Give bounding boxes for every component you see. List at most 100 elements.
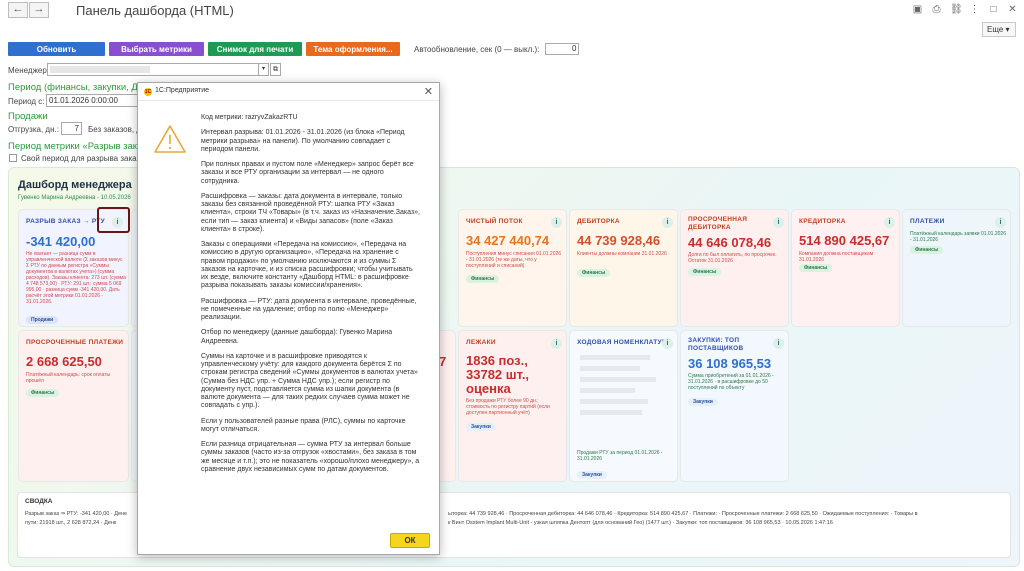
dialog-paragraph: Расшифровка — заказы: дата документа в и… bbox=[201, 192, 420, 233]
own-period-checkbox[interactable] bbox=[9, 154, 17, 162]
card-tag[interactable]: Финансы bbox=[466, 275, 500, 283]
card-value: 44 646 078,46 bbox=[688, 235, 772, 250]
card-tag[interactable]: Продажи bbox=[26, 316, 59, 324]
dialog-paragraph: Суммы на карточке и в расшифровке привод… bbox=[201, 352, 418, 410]
dashboard-title: Дашборд менеджера bbox=[18, 179, 132, 191]
card-description: Продажи РТУ за период 01.01.2026 - 31.01… bbox=[577, 450, 663, 462]
no-orders-label: Без заказов, д bbox=[88, 125, 141, 134]
card-description: Сумма приобретений за 01.01.2026 - 31.01… bbox=[688, 373, 774, 391]
info-icon[interactable]: i bbox=[773, 338, 784, 349]
own-period-label: Свой период для разрыва заказ bbox=[21, 154, 141, 163]
maximize-icon[interactable]: □ bbox=[988, 4, 999, 15]
card-overdue-receivables[interactable]: ПРОСРОЧЕННАЯ ДЕБИТОРКА i 44 646 078,46 Д… bbox=[680, 209, 789, 327]
card-value: -341 420,00 bbox=[26, 234, 96, 249]
card-tag[interactable]: Финансы bbox=[799, 264, 833, 272]
refresh-button[interactable]: Обновить bbox=[8, 42, 105, 56]
period-from-label: Период с: bbox=[8, 97, 45, 106]
card-value: 44 739 928,46 bbox=[577, 233, 661, 248]
card-payables[interactable]: КРЕДИТОРКА i 514 890 425,67 Компания дол… bbox=[791, 209, 900, 327]
card-tag[interactable]: Закупки bbox=[466, 423, 496, 431]
card-header: ПЛАТЕЖИ bbox=[910, 218, 945, 225]
card-description: Платёжный календарь заявки 01.01.2026 - … bbox=[910, 231, 1006, 243]
autoupdate-label: Автообновление, сек (0 — выкл.): bbox=[414, 44, 540, 54]
info-icon[interactable]: i bbox=[773, 217, 784, 228]
card-header: КРЕДИТОРКА bbox=[799, 218, 846, 225]
card-tag[interactable]: Финансы bbox=[26, 389, 60, 397]
info-icon-highlight bbox=[97, 207, 130, 233]
close-icon[interactable]: ✕ bbox=[1007, 4, 1018, 15]
card-tag[interactable]: Закупки bbox=[577, 471, 607, 479]
blurred-list bbox=[580, 355, 660, 425]
window-title: Панель дашборда (HTML) bbox=[76, 3, 234, 18]
period-section-title: Период (финансы, закупки, ДС bbox=[8, 82, 145, 93]
dialog-paragraph: Если у пользователей разные права (РЛС),… bbox=[201, 417, 406, 433]
dialog-titlebar: 1С 1С:Предприятие ✕ bbox=[138, 83, 439, 101]
sales-section-title: Продажи bbox=[8, 111, 48, 122]
dialog-paragraph: Расшифровка — РТУ: дата документа в инте… bbox=[201, 297, 417, 321]
manager-input[interactable] bbox=[47, 63, 269, 76]
manager-value-blurred bbox=[50, 66, 150, 74]
card-value: 1836 поз., 33782 шт., оценка bbox=[466, 353, 530, 396]
menu-icon[interactable]: ⋮ bbox=[969, 4, 980, 15]
print-snapshot-button[interactable]: Снимок для печати bbox=[208, 42, 302, 56]
back-arrow-icon[interactable]: ← bbox=[8, 2, 28, 18]
card-description: Не хватает — разница сумм в управленческ… bbox=[26, 251, 126, 305]
card-tag[interactable]: Финансы bbox=[910, 246, 944, 254]
more-button[interactable]: Еще ▾ bbox=[982, 22, 1016, 37]
info-dialog: 1С 1С:Предприятие ✕ Код метрики: razryvZ… bbox=[137, 82, 440, 555]
theme-button[interactable]: Тема оформления... bbox=[306, 42, 400, 56]
card-description: Компания должна поставщикам 31.01.2026 bbox=[799, 251, 874, 263]
select-metrics-button[interactable]: Выбрать метрики bbox=[109, 42, 204, 56]
card-header: ЛЕЖАКИ bbox=[466, 339, 496, 346]
toolbar: Обновить Выбрать метрики Снимок для печа… bbox=[8, 42, 580, 56]
link-icon[interactable]: ⛓ bbox=[950, 4, 963, 15]
summary-line-2-right: к Винт Osstem Implant Multi-Unit - узкая… bbox=[448, 520, 833, 526]
card-overdue-payments[interactable]: ПРОСРОЧЕННЫЕ ПЛАТЕЖИ 2 668 625,50 Платёж… bbox=[18, 330, 129, 482]
card-receivables[interactable]: ДЕБИТОРКА i 44 739 928,46 Клиенты должны… bbox=[569, 209, 678, 327]
info-icon[interactable]: i bbox=[662, 338, 673, 349]
card-tag[interactable]: Финансы bbox=[577, 269, 611, 277]
forward-arrow-icon[interactable]: → bbox=[29, 2, 49, 18]
card-header: ЧИСТЫЙ ПОТОК bbox=[466, 218, 523, 225]
autoupdate-input[interactable]: 0 bbox=[545, 43, 580, 55]
warning-icon bbox=[154, 125, 186, 153]
save-icon[interactable]: ▣ bbox=[912, 4, 923, 15]
ok-button[interactable]: ОК bbox=[390, 533, 430, 548]
card-fast-moving[interactable]: ХОДОВАЯ НОМЕНКЛАТУРА i Продажи РТУ за пе… bbox=[569, 330, 678, 482]
card-tag[interactable]: Финансы bbox=[688, 268, 722, 276]
card-tag[interactable]: Закупки bbox=[688, 398, 718, 406]
card-value: 2 668 625,50 bbox=[26, 354, 102, 369]
metric-period-section-title: Период метрики «Разрыв заказ bbox=[8, 141, 147, 152]
info-icon[interactable]: i bbox=[884, 217, 895, 228]
info-icon[interactable]: i bbox=[551, 338, 562, 349]
dialog-paragraph: Заказы с операциями «Передача на комисси… bbox=[201, 241, 413, 290]
summary-title: СВОДКА bbox=[25, 498, 53, 505]
card-net-flow[interactable]: ЧИСТЫЙ ПОТОК i 34 427 440,74 Поступления… bbox=[458, 209, 567, 327]
card-description: Без продажи РТУ более 90 дн.; стоимость … bbox=[466, 398, 550, 416]
print-icon[interactable]: ⎙ bbox=[931, 4, 942, 15]
close-icon[interactable]: ✕ bbox=[424, 85, 433, 98]
summary-line-1-left: Разрыв заказ ⇒ РТУ: -341 420,00 · Дене bbox=[25, 511, 128, 517]
card-top-suppliers[interactable]: ЗАКУПКИ: ТОП ПОСТАВЩИКОВ i 36 108 965,53… bbox=[680, 330, 789, 482]
dropdown-arrow-icon[interactable]: ▾ bbox=[258, 63, 269, 76]
card-payments[interactable]: ПЛАТЕЖИ i Платёжный календарь заявки 01.… bbox=[902, 209, 1011, 327]
period-from-input[interactable]: 01.01.2026 0:00:00 bbox=[46, 94, 138, 107]
card-description: Поступления минус списания 01.01.2026 - … bbox=[466, 251, 562, 269]
window-controls: ▣ ⎙ ⛓ ⋮ □ ✕ bbox=[912, 4, 1018, 15]
dialog-paragraph: Код метрики: razryvZakazRTU bbox=[201, 114, 298, 121]
shipment-input[interactable]: 7 bbox=[61, 122, 82, 135]
card-header: ДЕБИТОРКА bbox=[577, 218, 620, 225]
card-value: 36 108 965,53 bbox=[688, 356, 772, 371]
info-icon[interactable]: i bbox=[551, 217, 562, 228]
dialog-title: 1С:Предприятие bbox=[155, 87, 210, 94]
dialog-paragraph: Если разница отрицательная — сумма РТУ з… bbox=[201, 441, 420, 473]
dialog-paragraph: Интервал разрыва: 01.01.2026 - 31.01.202… bbox=[201, 129, 405, 153]
card-header: ПРОСРОЧЕННЫЕ ПЛАТЕЖИ bbox=[26, 339, 124, 346]
info-icon[interactable]: i bbox=[662, 217, 673, 228]
card-header: ЗАКУПКИ: ТОП ПОСТАВЩИКОВ bbox=[688, 337, 744, 352]
open-icon[interactable]: ⧉ bbox=[270, 63, 281, 76]
partial-digit: 7 bbox=[439, 354, 447, 369]
summary-line-2-left: пути: 21918 шт., 2 628 872,24 · Денк bbox=[25, 520, 117, 526]
card-stale-stock[interactable]: ЛЕЖАКИ i 1836 поз., 33782 шт., оценка Бе… bbox=[458, 330, 567, 482]
info-icon[interactable]: i bbox=[995, 217, 1006, 228]
